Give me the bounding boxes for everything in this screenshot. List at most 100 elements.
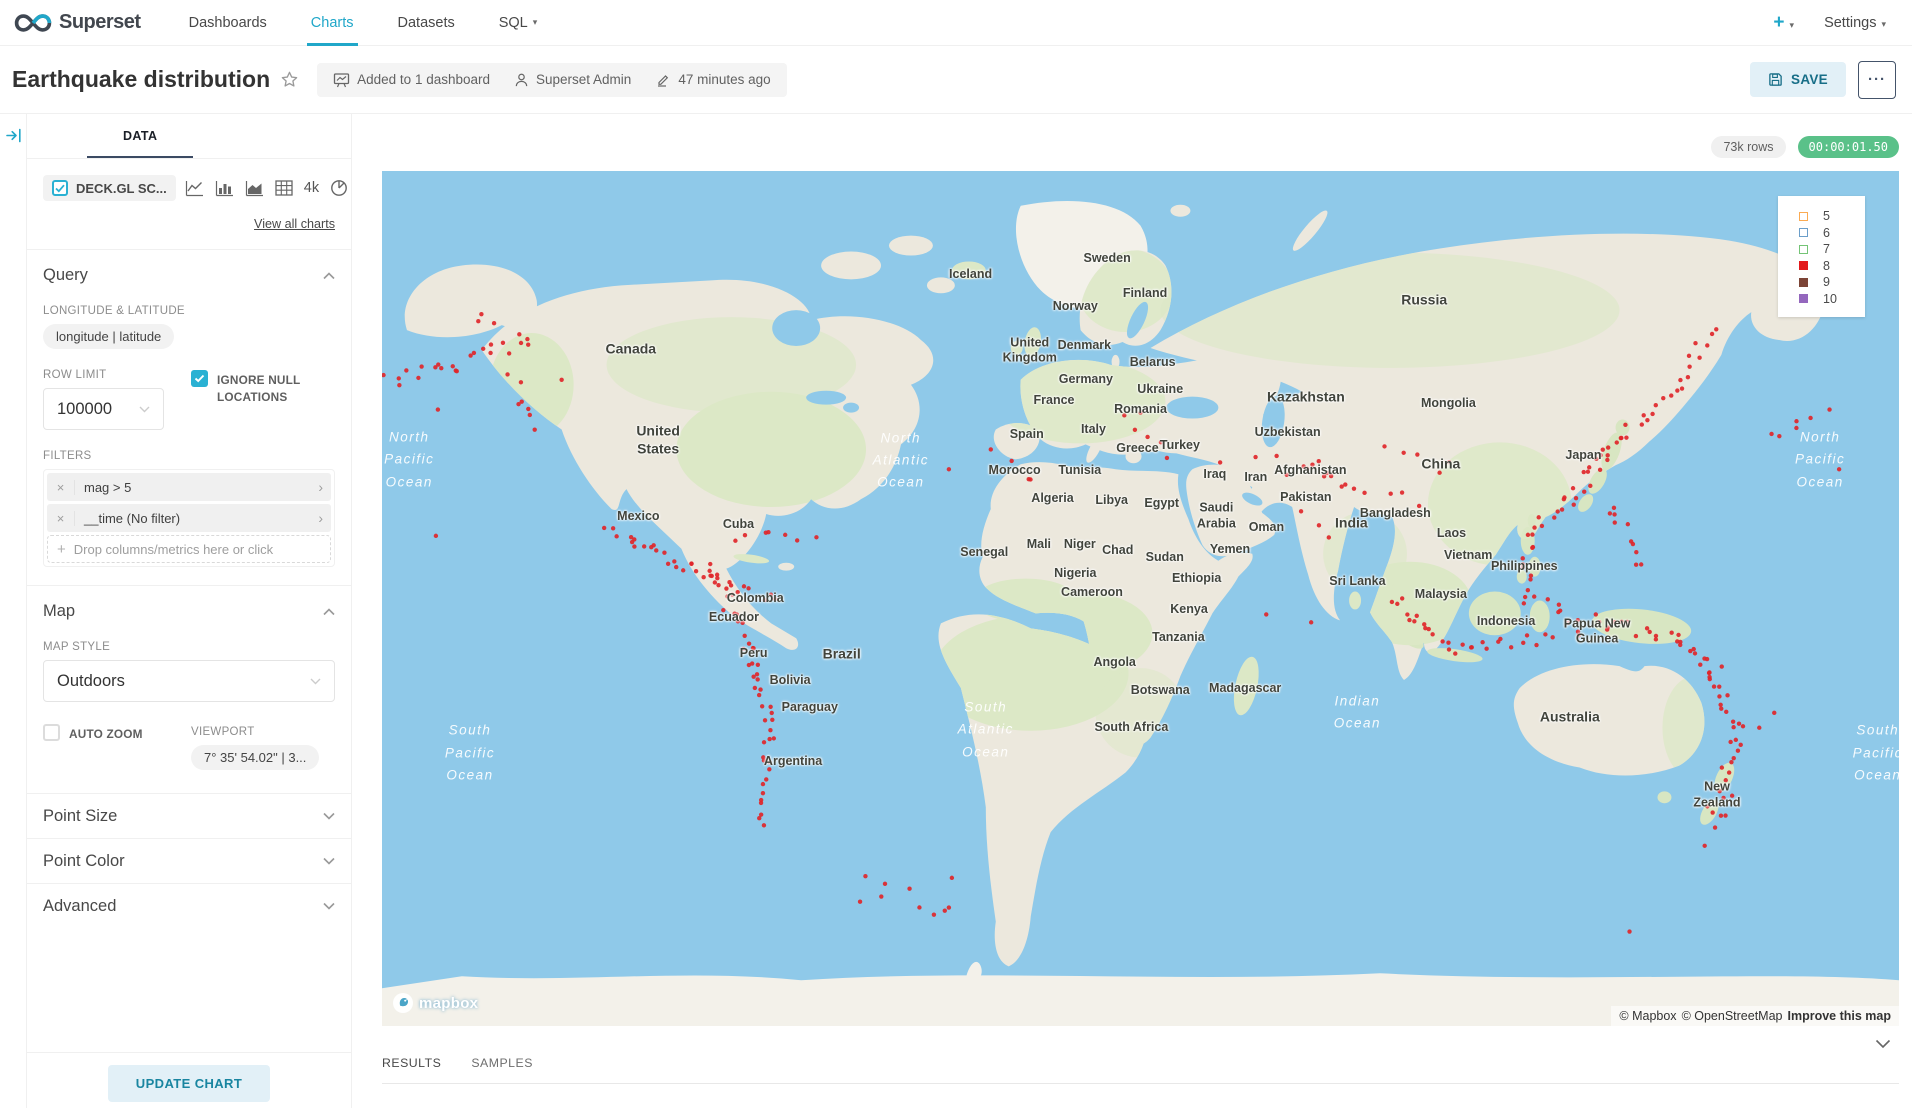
- earthquake-point: [1608, 511, 1612, 515]
- remove-filter-icon[interactable]: ×: [47, 480, 75, 495]
- big-number-icon[interactable]: 4k: [304, 180, 319, 196]
- earthquake-point: [1566, 620, 1570, 624]
- earthquake-point: [907, 887, 911, 891]
- pie-chart-icon[interactable]: [330, 179, 348, 197]
- dashboards-badge[interactable]: Added to 1 dashboard: [333, 72, 490, 88]
- collapse-panel-icon[interactable]: [5, 127, 22, 144]
- settings-menu[interactable]: Settings▾: [1824, 15, 1886, 31]
- table-icon[interactable]: [275, 180, 293, 196]
- nav-item-sql[interactable]: SQL▾: [477, 0, 560, 46]
- dataset-checkbox[interactable]: [52, 180, 68, 196]
- earthquake-point: [770, 718, 774, 722]
- tab-samples[interactable]: SAMPLES: [471, 1056, 533, 1070]
- section-point-size[interactable]: Point Size: [27, 793, 351, 838]
- caret-down-icon: ▾: [533, 17, 538, 28]
- osm-attribution-link[interactable]: © OpenStreetMap: [1682, 1009, 1783, 1023]
- auto-zoom-checkbox-row[interactable]: AUTO ZOOM: [43, 724, 191, 743]
- earthquake-point: [1343, 482, 1347, 486]
- last-modified-badge[interactable]: 47 minutes ago: [655, 72, 770, 88]
- earthquake-point: [761, 791, 765, 795]
- area-chart-icon[interactable]: [245, 180, 264, 197]
- improve-map-link[interactable]: Improve this map: [1788, 1009, 1892, 1023]
- chart-area: 73k rows 00:00:01.50: [352, 114, 1912, 1108]
- save-button[interactable]: SAVE: [1750, 62, 1846, 97]
- dataset-selector[interactable]: DECK.GL SC...: [43, 175, 176, 201]
- earthquake-point: [520, 399, 524, 403]
- add-filter-dropzone[interactable]: + Drop columns/metrics here or click: [47, 535, 331, 563]
- earthquake-point: [1661, 396, 1665, 400]
- world-map[interactable]: North Pacific OceanNorth Atlantic OceanN…: [382, 171, 1899, 1026]
- filter-pill[interactable]: ×mag > 5›: [47, 473, 331, 501]
- tab-data[interactable]: DATA: [87, 114, 193, 158]
- viewport-pill[interactable]: 7° 35' 54.02" | 3...: [191, 745, 319, 770]
- earthquake-point: [1560, 507, 1564, 511]
- lonlat-label: LONGITUDE & LATITUDE: [43, 305, 335, 317]
- earthquake-point: [1586, 470, 1590, 474]
- earthquake-point: [1543, 632, 1547, 636]
- remove-filter-icon[interactable]: ×: [47, 511, 75, 526]
- dashboard-icon: [333, 72, 350, 88]
- earthquake-point: [950, 876, 954, 880]
- bar-chart-icon[interactable]: [215, 180, 234, 197]
- earthquake-point: [1710, 810, 1714, 814]
- earthquake-point: [1446, 640, 1450, 644]
- filter-chevron-icon: ›: [318, 510, 331, 526]
- earthquake-point: [602, 526, 606, 530]
- nav-item-dashboards[interactable]: Dashboards: [167, 0, 289, 46]
- top-navbar: Superset DashboardsChartsDatasetsSQL▾ +▾…: [0, 0, 1912, 46]
- chart-header: Earthquake distribution Added to 1 dashb…: [0, 46, 1912, 114]
- query-section-header[interactable]: Query: [43, 266, 335, 285]
- row-limit-label: ROW LIMIT: [43, 369, 191, 381]
- panel-tabs: DATA: [27, 114, 351, 159]
- earthquake-point: [751, 674, 755, 678]
- earthquake-point: [763, 718, 767, 722]
- map-section-header[interactable]: Map: [43, 602, 335, 621]
- new-item-button[interactable]: +▾: [1773, 12, 1794, 34]
- user-icon: [514, 72, 529, 88]
- mapbox-attribution-link[interactable]: © Mapbox: [1619, 1009, 1676, 1023]
- earthquake-point: [476, 319, 480, 323]
- earthquake-point: [1769, 432, 1773, 436]
- map-style-select[interactable]: Outdoors: [43, 660, 335, 702]
- auto-zoom-checkbox[interactable]: [43, 724, 60, 741]
- earthquake-point: [768, 705, 772, 709]
- earthquake-point: [397, 383, 401, 387]
- update-chart-button[interactable]: UPDATE CHART: [108, 1065, 270, 1102]
- brand-name: Superset: [59, 11, 141, 34]
- row-limit-select[interactable]: 100000: [43, 388, 164, 430]
- earthquake-point: [517, 332, 521, 336]
- earthquake-point: [1705, 343, 1709, 347]
- legend-swatch: [1799, 212, 1808, 221]
- filters-box: ×mag > 5› ×__time (No filter)› + Drop col…: [43, 469, 335, 567]
- tab-results[interactable]: RESULTS: [382, 1056, 441, 1070]
- earthquake-point: [730, 592, 734, 596]
- nav-item-charts[interactable]: Charts: [289, 0, 376, 46]
- ignore-null-checkbox-row[interactable]: IGNORE NULL LOCATIONS: [191, 370, 335, 406]
- earthquake-point: [1400, 596, 1404, 600]
- earthquake-point: [1772, 711, 1776, 715]
- earthquake-point: [1717, 694, 1721, 698]
- map-legend: 5678910: [1778, 196, 1865, 317]
- owner-badge[interactable]: Superset Admin: [514, 72, 631, 88]
- view-all-charts-link[interactable]: View all charts: [254, 217, 335, 231]
- more-options-button[interactable]: ···: [1858, 61, 1896, 99]
- filter-pill[interactable]: ×__time (No filter)›: [47, 504, 331, 532]
- section-advanced[interactable]: Advanced: [27, 883, 351, 928]
- ignore-null-checkbox[interactable]: [191, 370, 208, 387]
- line-chart-icon[interactable]: [185, 180, 204, 197]
- earthquake-point: [1555, 509, 1559, 513]
- favorite-star-icon[interactable]: [280, 70, 299, 89]
- earthquake-point: [1623, 423, 1627, 427]
- legend-value: 8: [1823, 259, 1830, 273]
- section-point-color[interactable]: Point Color: [27, 838, 351, 883]
- earthquake-point: [1576, 618, 1580, 622]
- earthquake-point: [472, 351, 476, 355]
- page-title: Earthquake distribution: [12, 66, 270, 93]
- superset-logo[interactable]: Superset: [14, 11, 141, 34]
- collapse-results-icon[interactable]: [1875, 1036, 1891, 1054]
- nav-item-datasets[interactable]: Datasets: [376, 0, 477, 46]
- earthquake-point: [525, 337, 529, 341]
- earthquake-point: [757, 816, 761, 820]
- lonlat-pill[interactable]: longitude | latitude: [43, 324, 174, 349]
- earthquake-point: [1523, 595, 1527, 599]
